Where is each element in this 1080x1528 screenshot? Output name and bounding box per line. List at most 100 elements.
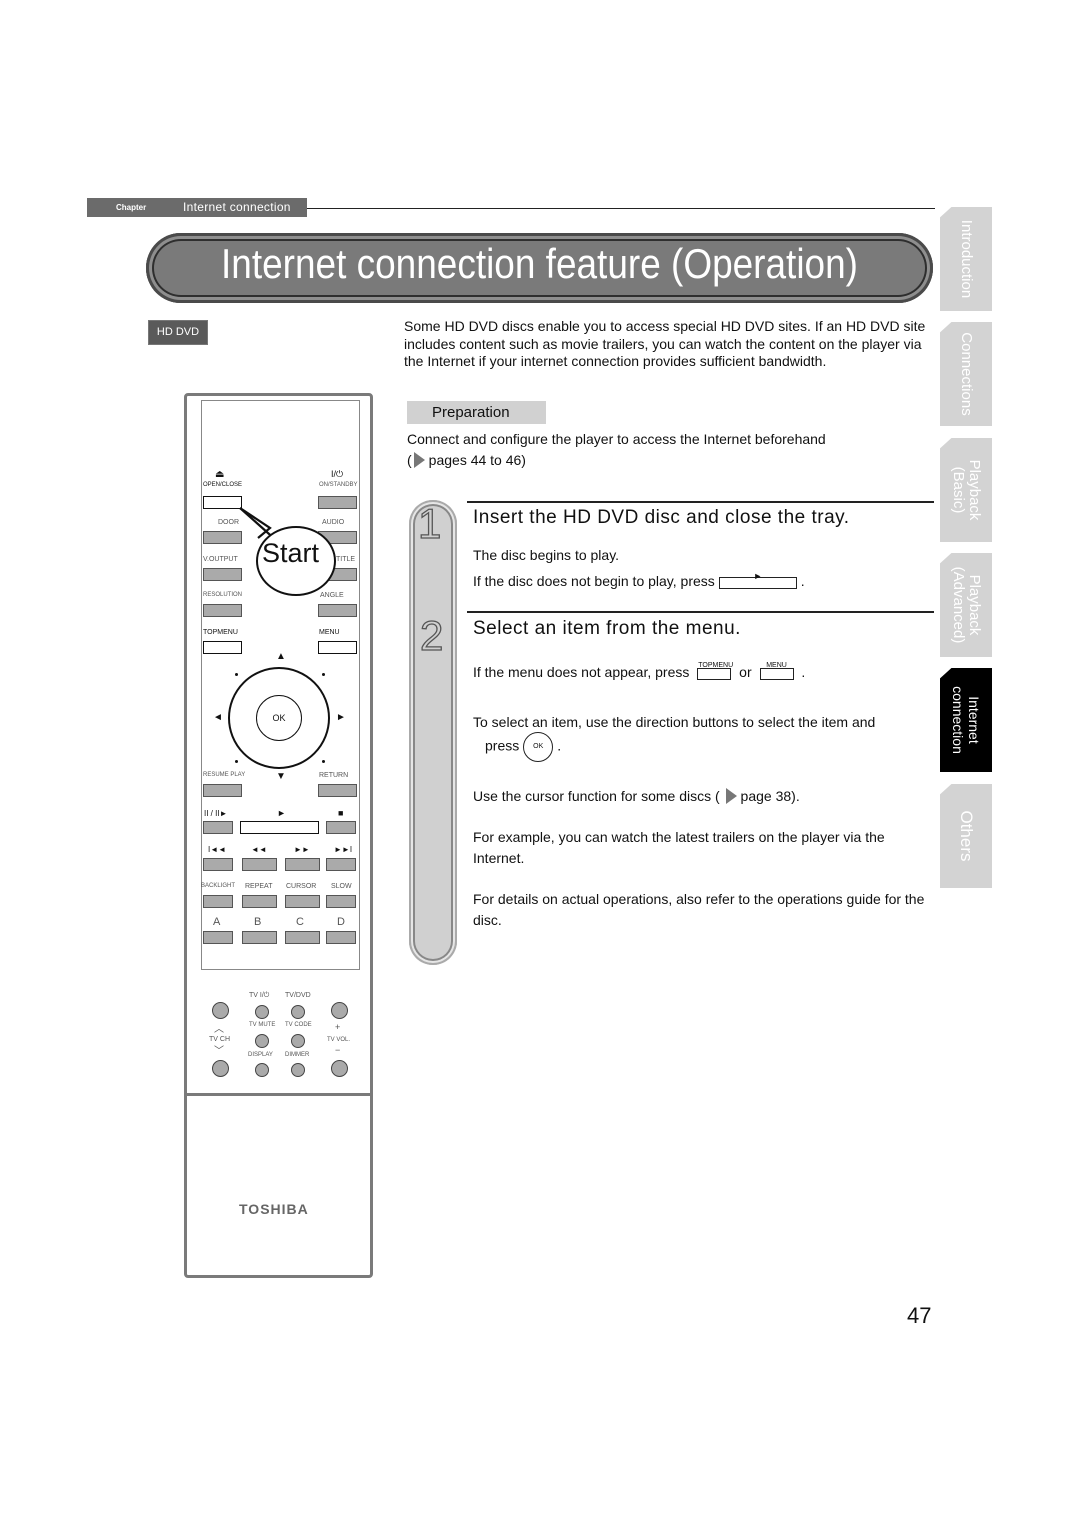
ok-button[interactable]: OK	[256, 695, 302, 741]
step-2-paragraph-1: For example, you can watch the latest tr…	[473, 829, 885, 866]
d-button[interactable]	[326, 931, 356, 944]
chapter-label: Chapter	[116, 203, 147, 212]
step-2-bullet-2-press: press OK.	[485, 732, 945, 762]
c-label: C	[296, 916, 304, 928]
tv-ch-down-button[interactable]	[212, 1060, 229, 1077]
right-arrow-icon[interactable]: ►	[336, 712, 346, 723]
menu-button-icon: MENU	[759, 662, 794, 680]
on-standby-label: ON/STANDBY	[319, 482, 358, 488]
step-2-paragraph-2: For details on actual operations, also r…	[473, 891, 925, 928]
menu-button[interactable]	[318, 641, 357, 654]
chapter-name: Internet connection	[183, 200, 291, 214]
down-arrow-icon[interactable]: ▼	[276, 771, 286, 782]
tv-dvd-button[interactable]	[291, 1005, 305, 1019]
step-1-heading: Insert the HD DVD disc and close the tra…	[473, 507, 850, 528]
tv-power-button[interactable]	[255, 1005, 269, 1019]
topmenu-label: TOPMENU	[203, 629, 238, 636]
step-1-rule	[467, 501, 934, 503]
cursor-button[interactable]	[285, 895, 320, 908]
pause-step-button[interactable]	[203, 821, 233, 834]
pause-step-icon: II / II►	[204, 809, 228, 818]
dimmer-label: DIMMER	[285, 1052, 310, 1058]
ch-down-icon: ﹀	[214, 1046, 224, 1057]
c-button[interactable]	[285, 931, 320, 944]
ok-button-icon: OK	[523, 732, 554, 762]
press-text: press	[485, 737, 520, 754]
stop-button[interactable]	[326, 821, 356, 834]
period: .	[557, 737, 562, 754]
display-label: DISPLAY	[248, 1052, 273, 1058]
b-button[interactable]	[242, 931, 277, 944]
vol-plus-icon: +	[335, 1022, 341, 1032]
dot	[322, 760, 325, 763]
backlight-button[interactable]	[203, 895, 233, 908]
a-button[interactable]	[203, 931, 233, 944]
or-text: or	[739, 664, 752, 680]
angle-button[interactable]	[318, 604, 357, 617]
backlight-label: BACKLIGHT	[201, 883, 236, 889]
tv-mute-button[interactable]	[255, 1034, 269, 1048]
open-close-label: OPEN/CLOSE	[203, 482, 243, 488]
side-tab-introduction[interactable]: Introduction	[940, 207, 992, 311]
side-tab-label: Connections	[958, 332, 975, 416]
page-title: Internet connection feature (Operation)	[221, 240, 858, 287]
side-tab-label: Playback (Advanced)	[950, 566, 983, 644]
side-tab-connections[interactable]: Connections	[940, 322, 992, 426]
ref-paren: (	[407, 452, 412, 468]
step-2-bullet-1: If the menu does not appear, press TOPME…	[473, 662, 933, 683]
step-number-1: 1	[417, 499, 442, 547]
dimmer-button[interactable]	[291, 1063, 305, 1077]
repeat-button[interactable]	[242, 895, 277, 908]
left-arrow-icon[interactable]: ◄	[213, 712, 223, 723]
side-tab-playback-basic[interactable]: Playback (Basic)	[940, 438, 992, 542]
period: .	[801, 664, 806, 680]
skip-back-button[interactable]	[203, 858, 233, 871]
resume-play-label: RESUME PLAY	[203, 772, 246, 778]
slow-button[interactable]	[326, 895, 356, 908]
fast-forward-button[interactable]	[285, 858, 320, 871]
header-rule	[307, 208, 935, 209]
step-2-rule	[467, 611, 934, 613]
skip-forward-button[interactable]	[326, 858, 356, 871]
preparation-text: Connect and configure the player to acce…	[407, 429, 937, 471]
page-reference-link[interactable]: page 38).	[741, 788, 800, 804]
topmenu-button[interactable]	[203, 641, 242, 654]
resume-play-button[interactable]	[203, 784, 242, 797]
side-tab-label: Playback (Basic)	[950, 459, 983, 521]
side-tab-internet-connection[interactable]: Internet connection	[940, 668, 992, 772]
hd-dvd-badge: HD DVD	[148, 320, 208, 345]
ch-up-icon: ︿	[214, 1024, 224, 1035]
fast-forward-icon: ►►	[294, 845, 310, 854]
skip-back-icon: I◄◄	[208, 845, 227, 854]
play-button[interactable]	[240, 821, 319, 834]
tv-ch-up-button[interactable]	[212, 1002, 229, 1019]
page-reference-link[interactable]: pages 44 to 46)	[429, 452, 526, 468]
eject-icon: ⏏	[215, 469, 225, 480]
up-arrow-icon[interactable]: ▲	[276, 651, 286, 662]
tv-code-button[interactable]	[291, 1034, 305, 1048]
resolution-button[interactable]	[203, 604, 242, 617]
step-1-line-2: If the disc does not begin to play, pres…	[473, 571, 933, 592]
tv-vol-up-button[interactable]	[331, 1002, 348, 1019]
side-tab-playback-advanced[interactable]: Playback (Advanced)	[940, 553, 992, 657]
period: .	[800, 573, 805, 589]
b-label: B	[254, 916, 262, 928]
side-tab-others[interactable]: Others	[940, 784, 992, 888]
repeat-label: REPEAT	[245, 883, 273, 890]
step-1-line-1: The disc begins to play.	[473, 547, 620, 563]
start-callout-text: Start	[262, 538, 320, 568]
step-2-bullet-2: To select an item, use the direction but…	[473, 714, 876, 730]
tv-vol-down-button[interactable]	[331, 1060, 348, 1077]
side-tab-label: Others	[957, 810, 976, 862]
display-button[interactable]	[255, 1063, 269, 1077]
d-label: D	[337, 916, 345, 928]
dot	[322, 673, 325, 676]
remote-divider	[184, 1093, 373, 1096]
a-label: A	[213, 916, 221, 928]
rewind-button[interactable]	[242, 858, 277, 871]
dot	[235, 760, 238, 763]
tv-dvd-label: TV/DVD	[285, 992, 311, 999]
preparation-heading: Preparation	[407, 401, 546, 424]
cursor-label: CURSOR	[286, 883, 317, 890]
return-button[interactable]	[318, 784, 357, 797]
